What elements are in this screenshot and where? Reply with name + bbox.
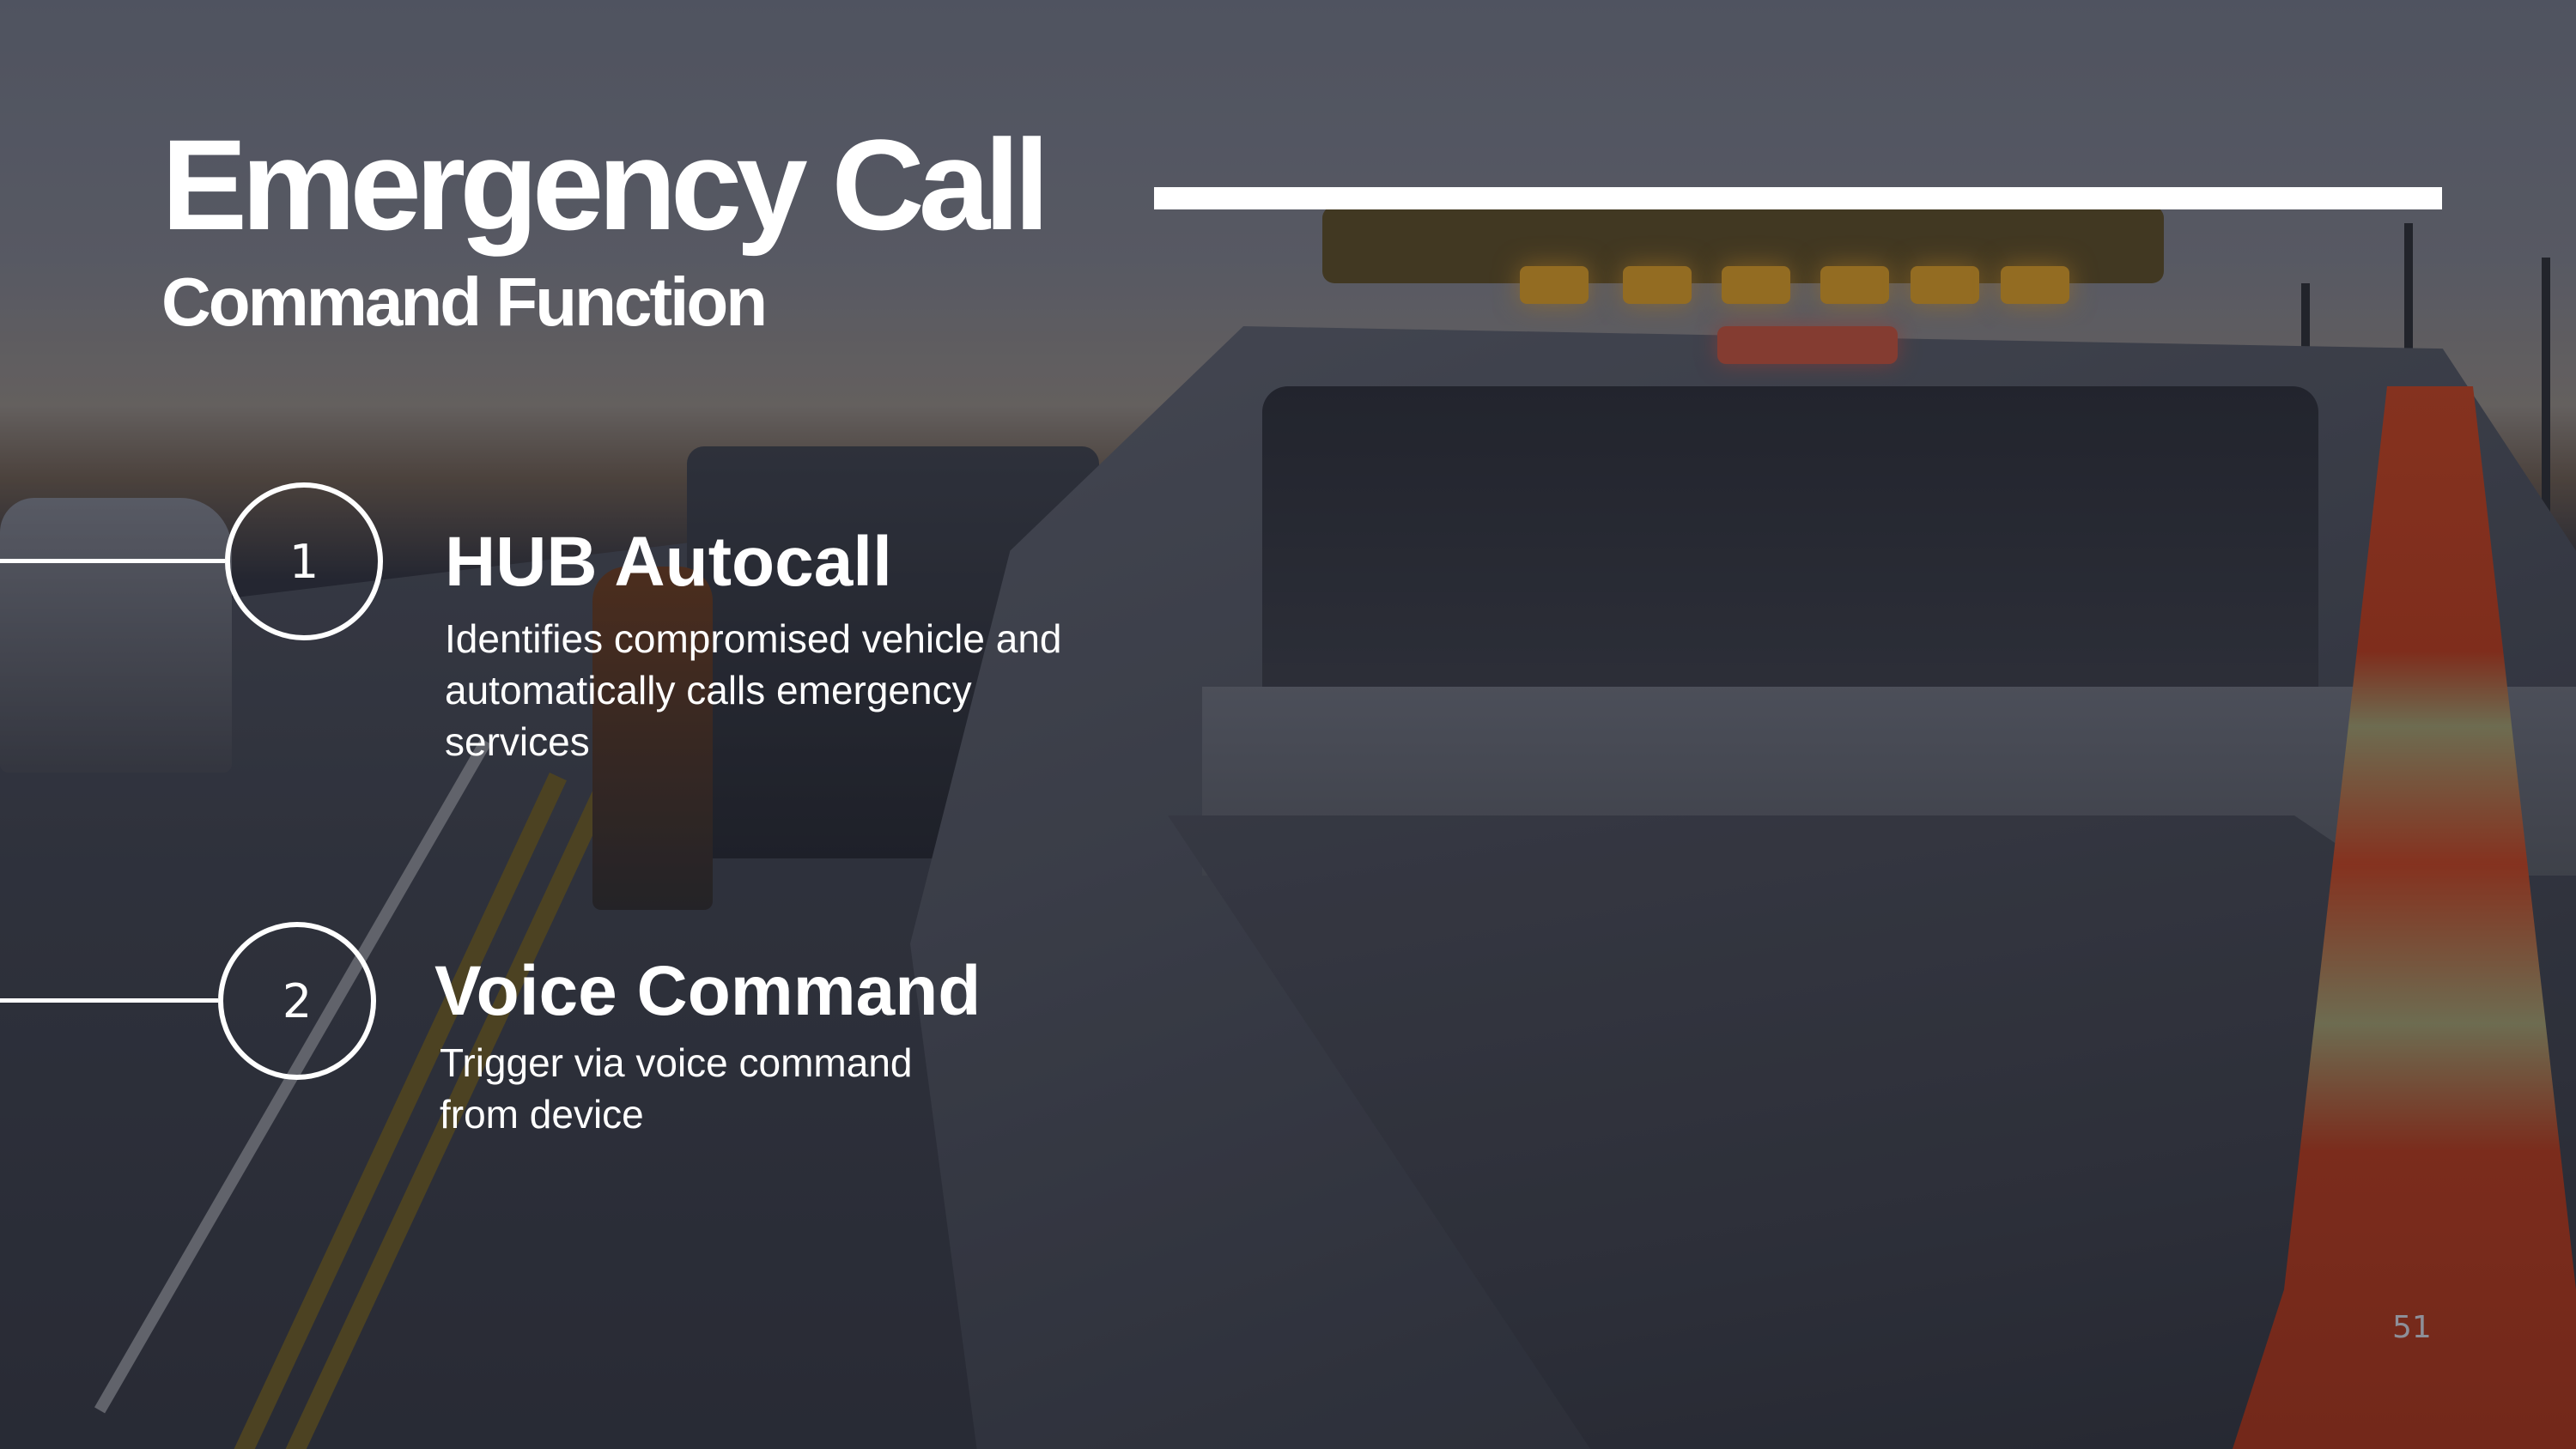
item-2-number-circle: 2: [218, 922, 376, 1080]
item-2-connector-line: [0, 998, 218, 1003]
slide-subtitle: Command Function: [161, 264, 768, 340]
slide-title: Emergency Call: [161, 112, 1050, 257]
item-1-title: HUB Autocall: [445, 523, 892, 601]
page-number: 51: [2392, 1310, 2432, 1345]
item-2-number: 2: [282, 973, 313, 1028]
item-2-title: Voice Command: [434, 952, 981, 1030]
item-1-description: Identifies compromised vehicle and autom…: [445, 616, 1062, 764]
item-2-description: Trigger via voice command from device: [440, 1040, 913, 1137]
slide: Emergency Call Command Function 1 HUB Au…: [0, 0, 2576, 1449]
item-1-number: 1: [289, 534, 319, 589]
item-1-number-circle: 1: [225, 482, 383, 640]
item-1-connector-line: [0, 559, 225, 563]
title-divider: [1154, 187, 2442, 209]
